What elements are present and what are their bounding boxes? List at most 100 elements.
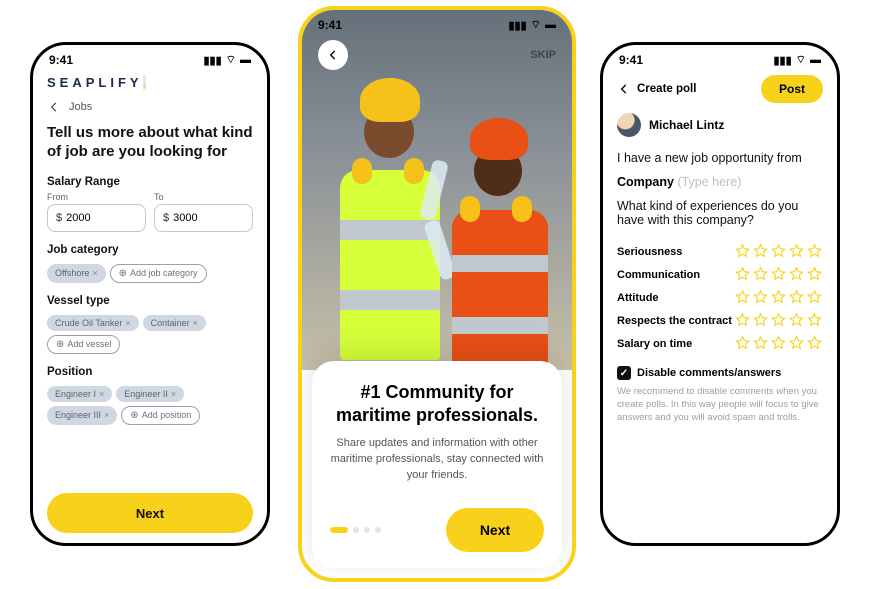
rating-row: Respects the contract bbox=[617, 312, 823, 329]
star-icon[interactable] bbox=[734, 335, 751, 352]
disable-comments-checkbox[interactable]: ✓ bbox=[617, 366, 631, 380]
onboarding-card: #1 Community for maritime professionals.… bbox=[312, 361, 562, 568]
add-vessel-button[interactable]: ⊕Add vessel bbox=[47, 335, 120, 354]
star-icon[interactable] bbox=[806, 335, 823, 352]
battery-icon: ▬ bbox=[240, 54, 251, 66]
close-icon[interactable]: × bbox=[193, 318, 198, 328]
rating-stars[interactable] bbox=[734, 335, 823, 352]
plus-icon: ⊕ bbox=[119, 268, 127, 279]
position-section-label: Position bbox=[47, 366, 253, 378]
star-icon[interactable] bbox=[788, 289, 805, 306]
star-icon[interactable] bbox=[788, 266, 805, 283]
skip-button[interactable]: SKIP bbox=[530, 49, 556, 61]
next-button[interactable]: Next bbox=[446, 508, 544, 552]
add-position-button[interactable]: ⊕Add position bbox=[121, 406, 200, 425]
star-icon[interactable] bbox=[752, 266, 769, 283]
phone-onboarding: 9:41 ▮▮▮ ⌔ ▬ SKIP #1 Community for marit… bbox=[298, 6, 576, 582]
close-icon[interactable]: × bbox=[92, 268, 97, 278]
back-arrow-icon bbox=[617, 82, 631, 96]
back-nav[interactable]: Jobs bbox=[47, 100, 253, 114]
help-text: We recommend to disable comments when yo… bbox=[617, 386, 823, 424]
star-icon[interactable] bbox=[752, 335, 769, 352]
chip-category[interactable]: Offshore× bbox=[47, 264, 106, 283]
avatar bbox=[617, 113, 641, 137]
salary-to-label: To bbox=[154, 192, 253, 202]
rating-list: Seriousness Communication Attitude Respects… bbox=[617, 243, 823, 352]
star-icon[interactable] bbox=[806, 243, 823, 260]
status-icons: ▮▮▮ ⌔ ▬ bbox=[773, 53, 821, 67]
chip-vessel[interactable]: Crude Oil Tanker× bbox=[47, 315, 139, 331]
status-bar: 9:41 ▮▮▮ ⌔ ▬ bbox=[33, 45, 267, 71]
company-field[interactable]: Company (Type here) bbox=[617, 175, 823, 189]
status-bar: 9:41 ▮▮▮ ⌔ ▬ bbox=[302, 10, 572, 36]
star-icon[interactable] bbox=[770, 243, 787, 260]
star-icon[interactable] bbox=[770, 335, 787, 352]
star-icon[interactable] bbox=[752, 243, 769, 260]
salary-from-label: From bbox=[47, 192, 146, 202]
battery-icon: ▬ bbox=[810, 54, 821, 66]
star-icon[interactable] bbox=[770, 289, 787, 306]
page-dot bbox=[353, 527, 359, 533]
status-time: 9:41 bbox=[49, 53, 73, 67]
back-nav[interactable]: Create poll bbox=[617, 82, 696, 96]
star-icon[interactable] bbox=[806, 312, 823, 329]
back-button[interactable] bbox=[318, 40, 348, 70]
disable-comments-label: Disable comments/answers bbox=[637, 367, 781, 379]
category-chips: Offshore× ⊕Add job category bbox=[47, 264, 253, 283]
rating-stars[interactable] bbox=[734, 243, 823, 260]
currency-icon: $ bbox=[56, 212, 62, 224]
star-icon[interactable] bbox=[806, 266, 823, 283]
status-time: 9:41 bbox=[318, 18, 342, 32]
next-button[interactable]: Next bbox=[47, 493, 253, 533]
rating-row: Salary on time bbox=[617, 335, 823, 352]
currency-icon: $ bbox=[163, 212, 169, 224]
salary-to-input[interactable]: $ 3000 bbox=[154, 204, 253, 232]
chip-position[interactable]: Engineer I× bbox=[47, 386, 112, 402]
star-icon[interactable] bbox=[734, 266, 751, 283]
chip-position[interactable]: Engineer III× bbox=[47, 406, 117, 425]
star-icon[interactable] bbox=[788, 335, 805, 352]
chip-position[interactable]: Engineer II× bbox=[116, 386, 184, 402]
salary-from-input[interactable]: $ 2000 bbox=[47, 204, 146, 232]
signal-icon: ▮▮▮ bbox=[203, 54, 221, 67]
rating-stars[interactable] bbox=[734, 289, 823, 306]
back-label: Create poll bbox=[637, 83, 696, 95]
star-icon[interactable] bbox=[734, 243, 751, 260]
star-icon[interactable] bbox=[806, 289, 823, 306]
rating-stars[interactable] bbox=[734, 266, 823, 283]
close-icon[interactable]: × bbox=[104, 410, 109, 420]
star-icon[interactable] bbox=[734, 289, 751, 306]
add-category-button[interactable]: ⊕Add job category bbox=[110, 264, 207, 283]
page-heading: Tell us more about what kind of job are … bbox=[47, 124, 253, 162]
star-icon[interactable] bbox=[788, 312, 805, 329]
author-name: Michael Lintz bbox=[649, 118, 724, 132]
position-chips: Engineer I× Engineer II× Engineer III× ⊕… bbox=[47, 386, 253, 425]
category-section-label: Job category bbox=[47, 244, 253, 256]
rating-row: Communication bbox=[617, 266, 823, 283]
close-icon[interactable]: × bbox=[125, 318, 130, 328]
star-icon[interactable] bbox=[788, 243, 805, 260]
star-icon[interactable] bbox=[752, 289, 769, 306]
onboarding-subtitle: Share updates and information with other… bbox=[330, 436, 544, 484]
author-row: Michael Lintz bbox=[617, 113, 823, 137]
rating-row: Seriousness bbox=[617, 243, 823, 260]
plus-icon: ⊕ bbox=[130, 410, 138, 421]
onboarding-title: #1 Community for maritime professionals. bbox=[330, 381, 544, 426]
star-icon[interactable] bbox=[770, 312, 787, 329]
star-icon[interactable] bbox=[752, 312, 769, 329]
chip-vessel[interactable]: Container× bbox=[143, 315, 206, 331]
brand-logo: SEAPLIFY. bbox=[47, 75, 253, 90]
company-label: Company bbox=[617, 175, 674, 189]
page-dot bbox=[375, 527, 381, 533]
star-icon[interactable] bbox=[770, 266, 787, 283]
post-button[interactable]: Post bbox=[761, 75, 823, 103]
star-icon[interactable] bbox=[734, 312, 751, 329]
close-icon[interactable]: × bbox=[171, 389, 176, 399]
poll-text-line: I have a new job opportunity from bbox=[617, 151, 823, 165]
wifi-icon: ⌔ bbox=[796, 53, 806, 67]
close-icon[interactable]: × bbox=[99, 389, 104, 399]
rating-label: Attitude bbox=[617, 292, 659, 304]
signal-icon: ▮▮▮ bbox=[773, 54, 791, 67]
rating-stars[interactable] bbox=[734, 312, 823, 329]
company-placeholder: (Type here) bbox=[677, 175, 741, 189]
